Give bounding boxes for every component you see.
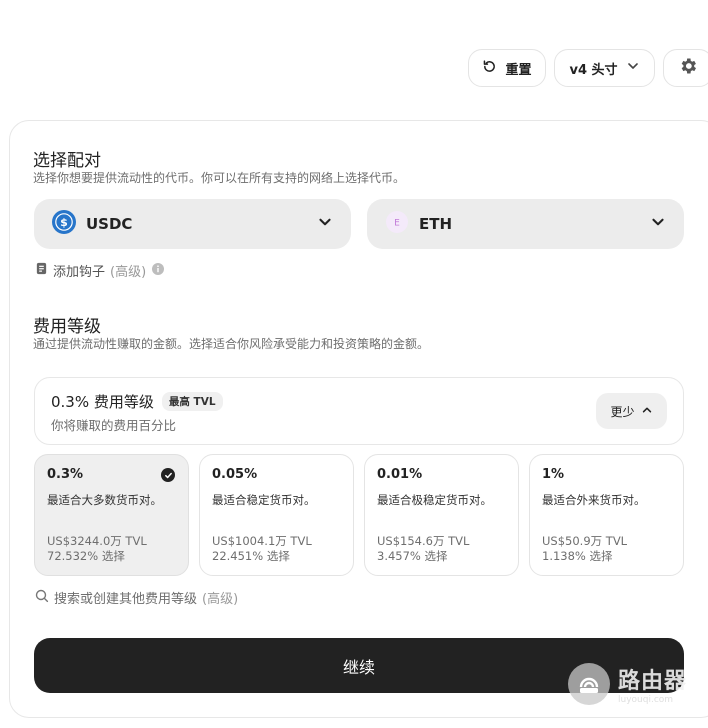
document-icon xyxy=(35,262,48,279)
chevron-down-icon xyxy=(626,59,640,77)
token-b-selector[interactable]: E ETH xyxy=(367,199,684,249)
usdc-icon: $ xyxy=(52,210,76,238)
highest-tvl-badge: 最高 TVL xyxy=(161,392,223,411)
add-hook-link[interactable]: 添加钩子 (高级) xyxy=(35,261,165,280)
token-a-symbol: USDC xyxy=(86,215,133,233)
pair-section-title: 选择配对 xyxy=(33,151,101,171)
fee-tier-option-1[interactable]: 1% 最适合外来货币对。 US$50.9万 TVL 1.138% 选择 xyxy=(529,454,684,576)
search-icon xyxy=(35,589,49,607)
fee-section-title: 费用等级 xyxy=(33,317,101,337)
svg-text:E: E xyxy=(394,219,400,229)
fee-tier-selection-share: 1.138% 选择 xyxy=(542,549,613,563)
token-a-selector[interactable]: $ USDC xyxy=(34,199,351,249)
watermark-url: luyouqi.com xyxy=(618,695,674,705)
fee-tier-selection-share: 22.451% 选择 xyxy=(212,549,290,563)
fee-tier-option-0-01[interactable]: 0.01% 最适合极稳定货币对。 US$154.6万 TVL 3.457% 选择 xyxy=(364,454,519,576)
fee-tier-tvl: US$1004.1万 TVL xyxy=(212,534,312,548)
position-version-dropdown[interactable]: v4 头寸 xyxy=(554,49,655,87)
add-hook-advanced: (高级) xyxy=(110,265,147,280)
router-logo-icon xyxy=(568,663,610,705)
fee-tier-tvl: US$3244.0万 TVL xyxy=(47,534,147,548)
token-b-symbol: ETH xyxy=(419,215,453,233)
fee-tier-description: 最适合极稳定货币对。 xyxy=(377,493,492,507)
show-less-label: 更少 xyxy=(610,404,635,419)
show-less-button[interactable]: 更少 xyxy=(596,393,667,429)
fee-tier-option-0-05[interactable]: 0.05% 最适合稳定货币对。 US$1004.1万 TVL 22.451% 选… xyxy=(199,454,354,576)
chevron-up-icon xyxy=(641,404,653,419)
reset-button[interactable]: 重置 xyxy=(468,49,546,87)
fee-section-subtitle: 通过提供流动性赚取的金额。选择适合你风险承受能力和投资策略的金额。 xyxy=(33,337,430,351)
fee-tier-summary: 0.3% 费用等级 最高 TVL 你将赚取的费用百分比 更少 xyxy=(34,377,684,445)
pair-section-subtitle: 选择你想要提供流动性的代币。你可以在所有支持的网络上选择代币。 xyxy=(33,171,406,185)
check-icon xyxy=(161,468,175,482)
search-fee-tier-label: 搜索或创建其他费用等级 xyxy=(54,592,198,607)
fee-tier-percent: 0.01% xyxy=(377,467,423,482)
fee-tier-percent: 1% xyxy=(542,467,565,482)
chevron-down-icon xyxy=(317,214,333,234)
fee-tier-tvl: US$50.9万 TVL xyxy=(542,534,628,548)
fee-tier-summary-title: 0.3% 费用等级 xyxy=(51,393,154,411)
fee-tier-description: 最适合大多数货币对。 xyxy=(47,493,162,507)
watermark-text: 路由器 xyxy=(618,669,688,694)
fee-tier-description: 最适合外来货币对。 xyxy=(542,493,646,507)
fee-tier-option-0-3[interactable]: 0.3% 最适合大多数货币对。 US$3244.0万 TVL 72.532% 选… xyxy=(34,454,189,576)
eth-icon: E xyxy=(385,210,409,238)
info-icon[interactable] xyxy=(151,262,165,280)
fee-tier-selection-share: 3.457% 选择 xyxy=(377,549,448,563)
fee-tier-percent: 0.05% xyxy=(212,467,258,482)
fee-tier-selection-share: 72.532% 选择 xyxy=(47,549,125,563)
fee-tier-percent: 0.3% xyxy=(47,467,84,482)
version-label: v4 头寸 xyxy=(569,62,618,78)
watermark: 路由器 luyouqi.com xyxy=(568,663,687,705)
chevron-down-icon xyxy=(650,214,666,234)
search-fee-tier-advanced: (高级) xyxy=(202,592,239,607)
fee-tier-summary-subtitle: 你将赚取的费用百分比 xyxy=(51,418,177,433)
reset-icon xyxy=(482,59,497,78)
continue-label: 继续 xyxy=(342,657,375,677)
svg-text:$: $ xyxy=(60,216,68,229)
fee-tier-description: 最适合稳定货币对。 xyxy=(212,493,316,507)
gear-icon xyxy=(678,56,698,80)
settings-button[interactable] xyxy=(663,49,708,87)
add-hook-label: 添加钩子 xyxy=(53,265,106,280)
search-fee-tier-link[interactable]: 搜索或创建其他费用等级 (高级) xyxy=(35,588,238,607)
fee-tier-tvl: US$154.6万 TVL xyxy=(377,534,470,548)
reset-label: 重置 xyxy=(505,62,532,78)
